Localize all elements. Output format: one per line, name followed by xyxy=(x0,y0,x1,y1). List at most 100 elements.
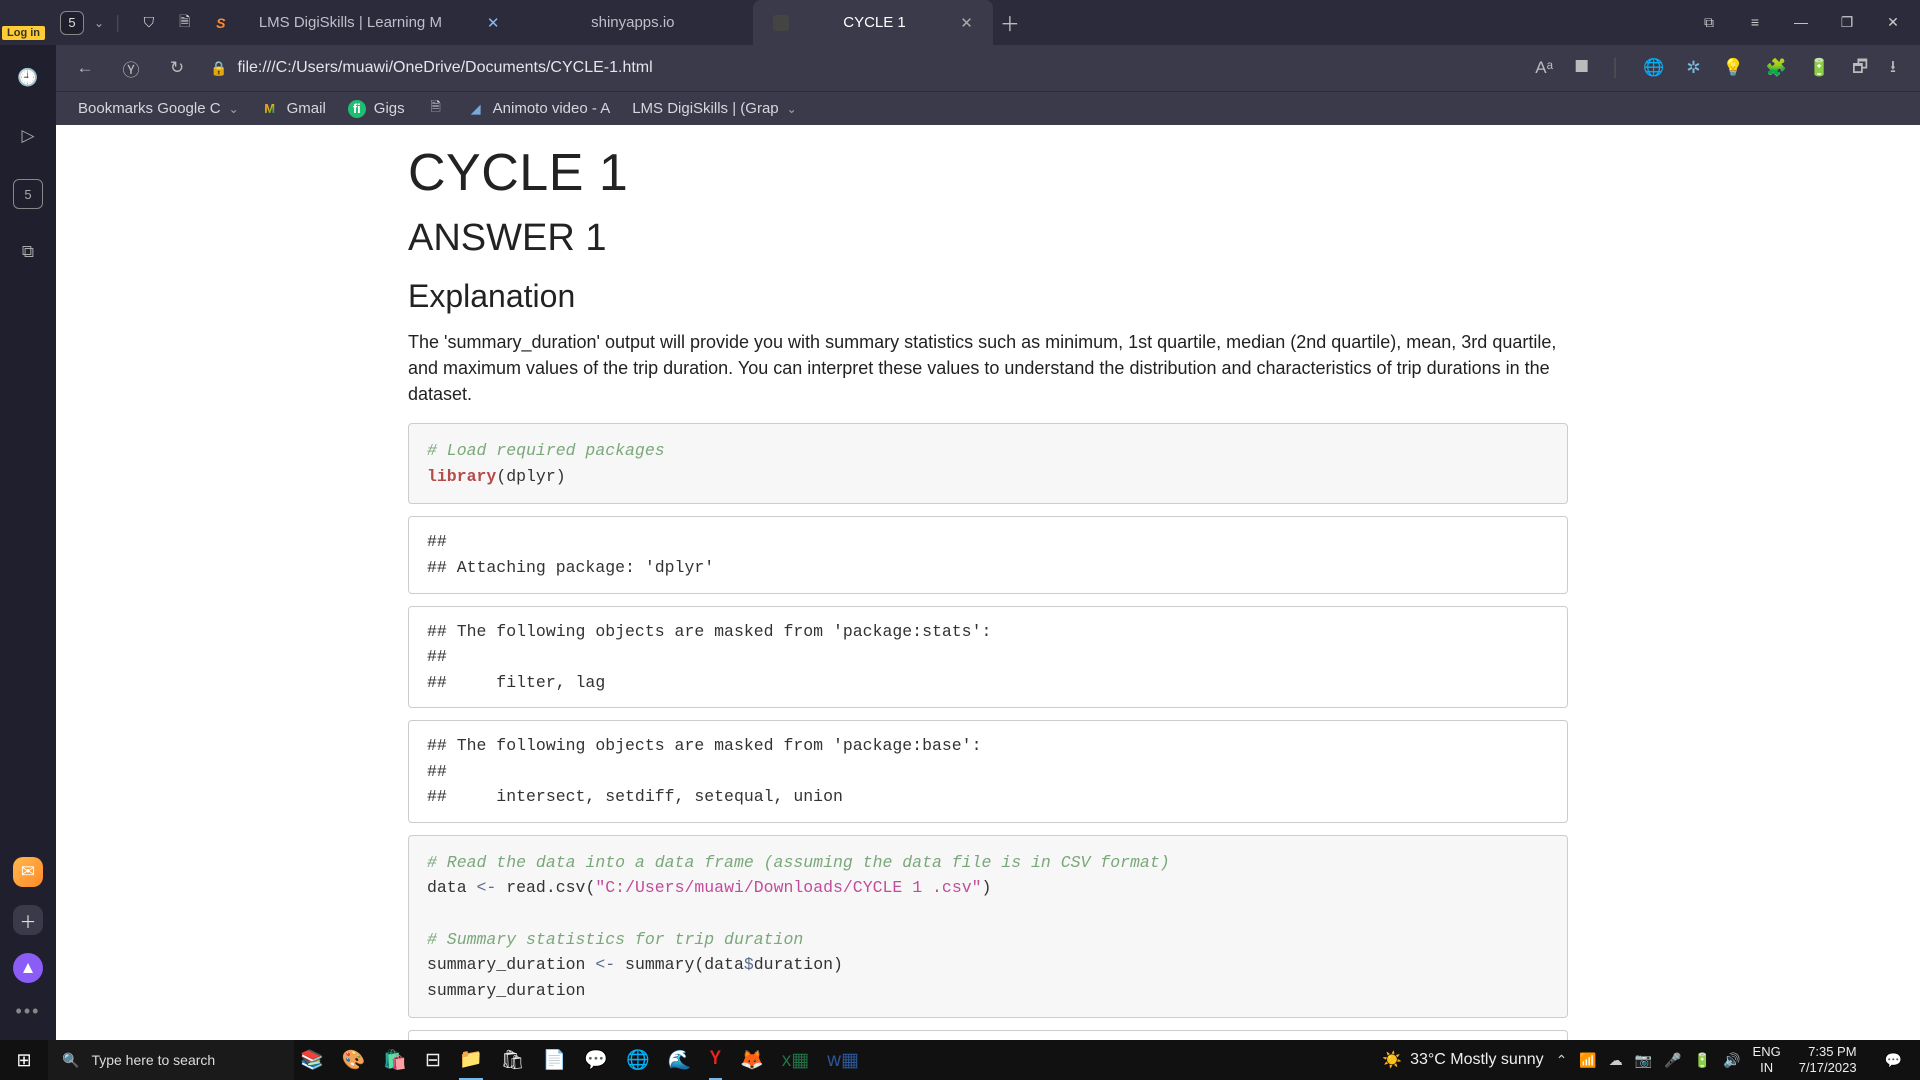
tab-shinyapps[interactable]: shinyapps.io xyxy=(513,0,753,45)
screenshot-icon[interactable]: ⧉ xyxy=(13,237,43,267)
word-icon[interactable]: w▦ xyxy=(827,1049,859,1072)
maximize-icon[interactable]: ❐ xyxy=(1838,14,1856,31)
collections-icon[interactable]: ⧉ xyxy=(1700,14,1718,31)
tab-label: CYCLE 1 xyxy=(799,14,950,31)
file-icon[interactable]: 🗎 xyxy=(175,13,195,33)
browser-side-rail: 🕘 ▷ 5 ⧉ ✉ ＋ ▲ ••• xyxy=(0,45,56,1040)
search-icon: 🔍 xyxy=(62,1052,79,1069)
minimize-icon[interactable]: — xyxy=(1792,14,1810,31)
mic-icon[interactable]: 🎤 xyxy=(1664,1052,1681,1069)
read-aloud-icon[interactable]: Aᵃ xyxy=(1535,58,1553,78)
books-icon[interactable]: 📚 xyxy=(300,1048,324,1072)
notepad-icon[interactable]: 📄 xyxy=(543,1048,567,1072)
translate-icon[interactable]: 🗗 xyxy=(1852,54,1868,83)
mail-icon[interactable]: ✉ xyxy=(13,857,43,887)
firefox-icon[interactable]: 🦊 xyxy=(740,1048,764,1072)
taskbar-search[interactable]: 🔍 Type here to search xyxy=(48,1040,294,1080)
bookmark-label: Gmail xyxy=(287,100,326,117)
chrome-icon[interactable]: 🌐 xyxy=(626,1048,650,1072)
bookmark-animoto[interactable]: ◢ Animoto video - A xyxy=(467,100,611,118)
output-block-1: ## ## Attaching package: 'dplyr' xyxy=(408,516,1568,593)
language-indicator[interactable]: ENG IN xyxy=(1753,1044,1781,1075)
url-field[interactable]: 🔒 file:///C:/Users/muawi/OneDrive/Docume… xyxy=(210,59,1515,77)
close-window-icon[interactable]: ✕ xyxy=(1884,14,1902,31)
more-icon[interactable]: ••• xyxy=(16,1001,41,1022)
bookmark-lms[interactable]: LMS DigiSkills | (Grap ⌄ xyxy=(632,100,797,117)
battery-icon[interactable]: 🔋 xyxy=(1809,58,1830,78)
bookmark-blank[interactable]: 🗎 xyxy=(427,100,445,118)
output-block-3: ## The following objects are masked from… xyxy=(408,720,1568,823)
excel-icon[interactable]: x▦ xyxy=(782,1049,809,1072)
cloud-icon[interactable]: ☁ xyxy=(1609,1052,1623,1069)
system-tray[interactable]: ⌃ 📶 ☁ 📷 🎤 🔋 🔊 xyxy=(1556,1052,1741,1069)
weather-widget[interactable]: ☀️ 33°C Mostly sunny xyxy=(1382,1050,1543,1070)
taskbar-pinned-apps: 📚 🎨 🛍️ ⊟ 📁 🛍 📄 💬 🌐 🌊 Y 🦊 x▦ w▦ xyxy=(300,1040,859,1080)
bookmark-label: Bookmarks Google C xyxy=(78,100,221,117)
address-bar: ← Ⓨ ↻ 🔒 file:///C:/Users/muawi/OneDrive/… xyxy=(0,45,1920,91)
tab-cycle1[interactable]: CYCLE 1 ✕ xyxy=(753,0,993,45)
windows-taskbar: ⊞ 🔍 Type here to search 📚 🎨 🛍️ ⊟ 📁 🛍 📄 💬… xyxy=(0,1040,1920,1080)
login-tag[interactable]: Log in xyxy=(2,26,45,40)
animoto-icon: ◢ xyxy=(467,100,485,118)
bookmark-gigs[interactable]: fi Gigs xyxy=(348,100,405,118)
history-icon[interactable]: 🕘 xyxy=(13,63,43,93)
page-h3: Explanation xyxy=(408,278,1568,315)
tab-label: LMS DigiSkills | Learning M xyxy=(259,14,442,31)
chevron-down-icon[interactable]: ⌄ xyxy=(94,16,104,30)
lock-icon: 🔒 xyxy=(210,60,227,77)
yandex-icon[interactable]: Ⓨ xyxy=(118,56,144,81)
play-icon[interactable]: ▷ xyxy=(13,121,43,151)
camera-icon[interactable]: 📷 xyxy=(1635,1052,1652,1069)
close-icon[interactable]: ✕ xyxy=(960,14,973,32)
store-icon[interactable]: 🛍 xyxy=(501,1048,525,1072)
digiskills-favicon: S xyxy=(211,13,231,33)
fiverr-icon: fi xyxy=(348,100,366,118)
add-panel-icon[interactable]: ＋ xyxy=(13,905,43,935)
tab-lms[interactable]: LMS DigiSkills | Learning M xyxy=(239,0,479,45)
alisa-icon[interactable]: ▲ xyxy=(13,953,43,983)
clock[interactable]: 7:35 PM 7/17/2023 xyxy=(1793,1044,1863,1075)
notifications-icon[interactable]: 💬 xyxy=(1875,1052,1912,1069)
page-h2: ANSWER 1 xyxy=(408,217,1568,260)
tab-label: shinyapps.io xyxy=(591,14,674,31)
bookmark-google[interactable]: Bookmarks Google C ⌄ xyxy=(78,100,239,117)
output-block-2: ## The following objects are masked from… xyxy=(408,606,1568,709)
yandex-browser-icon[interactable]: Y xyxy=(709,1040,722,1080)
tab-count-icon[interactable]: 5 xyxy=(13,179,43,209)
wifi-icon[interactable]: 📶 xyxy=(1579,1052,1596,1069)
bag-icon[interactable]: 🛍️ xyxy=(383,1048,407,1072)
weather-text: 33°C Mostly sunny xyxy=(1410,1051,1544,1069)
bookmark-label: LMS DigiSkills | (Grap xyxy=(632,100,778,117)
lightbulb-icon[interactable]: 💡 xyxy=(1723,58,1744,78)
battery-tray-icon[interactable]: 🔋 xyxy=(1694,1052,1711,1069)
bookmarks-bar: Bookmarks Google C ⌄ M Gmail fi Gigs 🗎 ◢… xyxy=(0,91,1920,125)
window-controls: ⧉ ≡ — ❐ ✕ xyxy=(1700,14,1920,31)
menu-icon[interactable]: ≡ xyxy=(1746,14,1764,31)
code-block-2: # Read the data into a data frame (assum… xyxy=(408,835,1568,1018)
taskview-icon[interactable]: ⊟ xyxy=(425,1049,441,1072)
paint3d-icon[interactable]: 🎨 xyxy=(342,1048,366,1072)
chevron-up-icon[interactable]: ⌃ xyxy=(1556,1052,1568,1069)
back-button[interactable]: ← xyxy=(72,58,98,78)
bookmark-gmail[interactable]: M Gmail xyxy=(261,100,326,118)
downloads-icon[interactable]: ⭳ xyxy=(1890,54,1896,83)
sun-icon: ☀️ xyxy=(1382,1050,1402,1070)
extension-icon[interactable]: ✲ xyxy=(1686,58,1700,78)
edge-icon[interactable]: 🌊 xyxy=(668,1048,692,1072)
whatsapp-icon[interactable]: 💬 xyxy=(584,1048,608,1072)
search-placeholder: Type here to search xyxy=(91,1052,215,1068)
bookmark-icon[interactable]: ⯀ xyxy=(1575,58,1589,78)
globe-icon[interactable]: 🌐 xyxy=(1643,58,1664,78)
volume-icon[interactable]: 🔊 xyxy=(1723,1052,1740,1069)
tab-strip: LMS DigiSkills | Learning M ✕ shinyapps.… xyxy=(239,0,1027,45)
tab-counter[interactable]: 5 xyxy=(60,11,84,35)
page-h1: CYCLE 1 xyxy=(408,143,1568,203)
reload-button[interactable]: ↻ xyxy=(164,58,190,78)
new-tab-button[interactable]: ＋ xyxy=(993,0,1027,45)
extension-icon-2[interactable]: 🧩 xyxy=(1766,58,1787,78)
page-viewport: CYCLE 1 ANSWER 1 Explanation The 'summar… xyxy=(56,125,1920,1040)
explorer-icon[interactable]: 📁 xyxy=(459,1040,483,1080)
tab-divider-icon: ✕ xyxy=(479,0,513,45)
shield-icon[interactable]: ⛉ xyxy=(139,13,159,33)
start-button[interactable]: ⊞ xyxy=(0,1050,48,1071)
